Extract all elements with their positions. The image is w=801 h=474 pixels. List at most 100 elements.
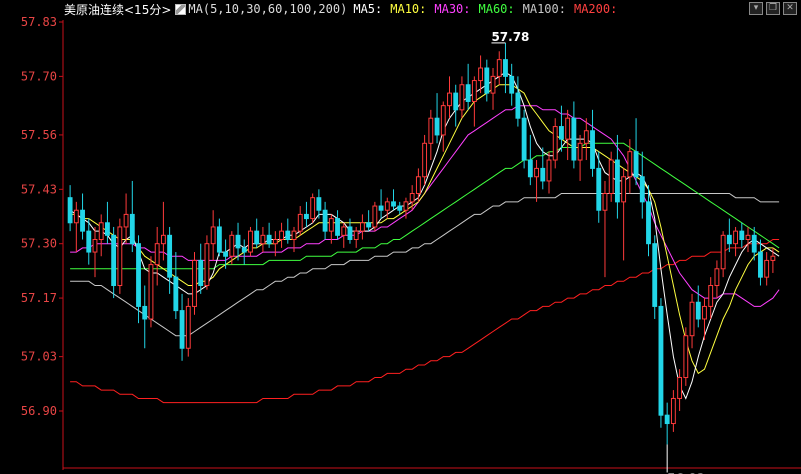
candle-down bbox=[241, 247, 247, 253]
candle-up bbox=[546, 159, 552, 182]
candle-down bbox=[633, 151, 639, 178]
candle-down bbox=[136, 243, 141, 307]
candle-up bbox=[92, 239, 98, 253]
menu-icon[interactable]: ▾ bbox=[749, 2, 763, 15]
candle-down bbox=[484, 67, 490, 94]
indicator-settings-icon[interactable] bbox=[175, 3, 187, 15]
candle-down bbox=[266, 234, 272, 245]
candle-up bbox=[372, 205, 378, 228]
high-annotation: 57.78 bbox=[491, 30, 529, 44]
candle-up bbox=[210, 226, 216, 245]
candle-down bbox=[751, 234, 757, 253]
candle-down bbox=[646, 201, 651, 245]
candle-up bbox=[384, 201, 390, 211]
candle-up bbox=[714, 268, 720, 287]
candle-up bbox=[683, 335, 689, 379]
candle-up bbox=[297, 213, 303, 232]
candle-down bbox=[664, 414, 670, 425]
candle-up bbox=[670, 397, 676, 425]
candle-down bbox=[104, 222, 110, 236]
candle-up bbox=[565, 117, 571, 140]
window-controls: ▾ ❐ ✕ bbox=[749, 2, 797, 15]
candle-down bbox=[254, 230, 260, 245]
candle-up bbox=[577, 142, 583, 161]
candle-up bbox=[534, 167, 539, 178]
chart-canvas[interactable]: 57.83 57.70 57.56 57.43 57.30 57.17 57.03 56.90… bbox=[0, 0, 801, 474]
candle-up bbox=[745, 234, 751, 241]
candle-down bbox=[453, 92, 459, 111]
ma200-line bbox=[70, 239, 780, 404]
candle-up bbox=[447, 92, 452, 107]
candle-up bbox=[123, 213, 129, 228]
candle-up bbox=[192, 259, 197, 307]
candle-up bbox=[689, 301, 695, 337]
candle-down bbox=[111, 234, 117, 287]
ma5-line bbox=[69, 71, 780, 400]
candle-up bbox=[478, 67, 484, 82]
ma200-label: MA200: bbox=[573, 2, 618, 16]
candle-down bbox=[639, 176, 645, 203]
candle-down bbox=[434, 117, 440, 136]
ma100-label: MA100: bbox=[522, 2, 566, 16]
ma-spec: MA(5,10,30,60,100,200) bbox=[188, 2, 348, 16]
ma10-line bbox=[70, 84, 780, 375]
candle-up bbox=[733, 230, 739, 245]
candle-up bbox=[490, 75, 496, 94]
candle-down bbox=[67, 197, 73, 224]
candle-up bbox=[496, 59, 502, 77]
candle-up bbox=[98, 222, 104, 241]
candle-up bbox=[204, 243, 210, 287]
candle-down bbox=[758, 251, 763, 278]
ma10-label: MA10: bbox=[390, 2, 427, 16]
close-icon[interactable]: ✕ bbox=[783, 2, 797, 15]
candle-up bbox=[415, 176, 421, 194]
candle-down bbox=[347, 226, 353, 241]
candle-up bbox=[702, 305, 707, 320]
candle-up bbox=[708, 285, 714, 307]
candle-down bbox=[198, 259, 204, 287]
candle-down bbox=[527, 159, 533, 178]
candle-up bbox=[353, 230, 359, 241]
ma5-label: MA5: bbox=[353, 2, 383, 16]
candle-down bbox=[366, 222, 372, 228]
candle-up bbox=[677, 377, 683, 399]
candle-up bbox=[764, 259, 770, 278]
candle-up bbox=[602, 192, 608, 211]
candle-down bbox=[285, 230, 291, 241]
candle-down bbox=[223, 251, 229, 257]
candle-up bbox=[459, 84, 465, 111]
y-tick-label: 57.17 bbox=[21, 291, 57, 305]
candle-down bbox=[590, 130, 595, 169]
y-tick-label: 57.70 bbox=[21, 69, 57, 83]
candle-up bbox=[409, 192, 415, 203]
candle-up bbox=[260, 234, 266, 245]
candle-up bbox=[328, 218, 334, 232]
candle-down bbox=[391, 201, 396, 207]
candle-down bbox=[596, 167, 602, 211]
candle-up bbox=[428, 117, 434, 144]
y-tick-label: 57.30 bbox=[21, 237, 57, 251]
candle-up bbox=[154, 243, 160, 266]
instrument-title: 美原油连续<15分> bbox=[64, 2, 172, 17]
restore-icon[interactable]: ❐ bbox=[766, 2, 780, 15]
candle-down bbox=[614, 159, 620, 203]
candle-up bbox=[422, 142, 428, 178]
candle-up bbox=[73, 209, 79, 224]
candle-up bbox=[229, 234, 235, 257]
candle-down bbox=[726, 234, 732, 245]
candle-down bbox=[173, 276, 179, 312]
candle-down bbox=[129, 213, 135, 245]
chart-header: 美原油连续<15分> MA(5,10,30,60,100,200) MA5: M… bbox=[64, 1, 625, 17]
candle-down bbox=[509, 75, 515, 94]
y-tick-label: 57.56 bbox=[21, 128, 57, 142]
candle-down bbox=[397, 205, 403, 211]
candle-up bbox=[403, 201, 409, 211]
candle-up bbox=[471, 80, 477, 102]
candle-down bbox=[378, 205, 384, 211]
candle-down bbox=[503, 59, 508, 77]
candle-up bbox=[310, 197, 316, 220]
candlestick-chart[interactable]: 57.83 57.70 57.56 57.43 57.30 57.17 57.03 56.90… bbox=[0, 0, 801, 474]
candle-up bbox=[117, 226, 123, 287]
y-tick-label: 57.03 bbox=[21, 350, 57, 364]
candle-down bbox=[142, 305, 148, 320]
